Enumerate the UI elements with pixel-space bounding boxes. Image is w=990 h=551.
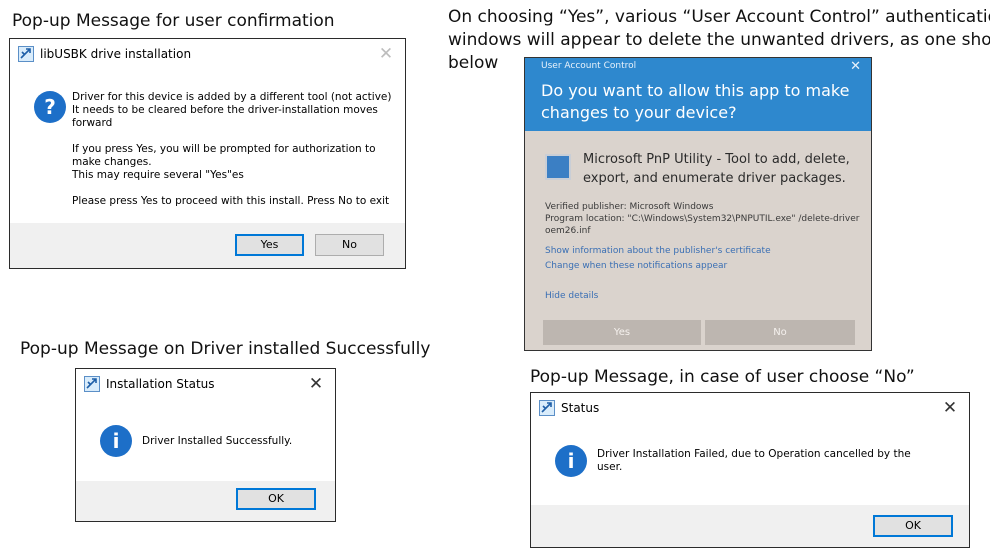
- yes-button[interactable]: Yes: [235, 234, 304, 256]
- dialog-titlebar: Installation Status: [76, 369, 335, 399]
- app-tile-icon: [545, 154, 571, 180]
- dialog-title: libUSBK drive installation: [40, 47, 192, 61]
- certificate-link[interactable]: Show information about the publisher's c…: [545, 246, 771, 256]
- notifications-link[interactable]: Change when these notifications appear: [545, 261, 727, 271]
- usb-app-icon: [18, 46, 34, 62]
- uac-dialog: User Account Control ✕ Do you want to al…: [524, 57, 872, 351]
- message-line: Driver Installation Failed, due to Opera…: [597, 448, 911, 460]
- message-line: Driver for this device is added by a dif…: [72, 91, 392, 103]
- dialog-message: Driver for this device is added by a dif…: [72, 91, 402, 208]
- info-icon: i: [100, 425, 132, 457]
- dialog-footer: OK: [76, 481, 335, 521]
- dialog-footer: OK: [531, 505, 969, 547]
- dialog-message: Driver Installation Failed, due to Opera…: [597, 448, 957, 474]
- dialog-titlebar: Status: [531, 393, 969, 423]
- message-line: make changes.: [72, 156, 152, 168]
- message-line: If you press Yes, you will be prompted f…: [72, 143, 376, 155]
- info-icon: i: [555, 445, 587, 477]
- status-failed-dialog: Status ✕ i Driver Installation Failed, d…: [530, 392, 970, 548]
- no-button[interactable]: No: [315, 234, 384, 256]
- uac-title: User Account Control: [541, 61, 637, 71]
- message-line: forward: [72, 117, 113, 129]
- close-icon[interactable]: ✕: [305, 373, 327, 395]
- dialog-message: Driver Installed Successfully.: [142, 435, 293, 447]
- hide-details-link[interactable]: Hide details: [545, 291, 598, 301]
- ok-button[interactable]: OK: [873, 515, 953, 537]
- question-icon: ?: [34, 91, 66, 123]
- uac-no-button[interactable]: No: [705, 320, 855, 345]
- close-icon[interactable]: ✕: [375, 43, 397, 65]
- install-confirmation-dialog: libUSBK drive installation ✕ ? Driver fo…: [9, 38, 406, 269]
- dialog-footer: Yes No: [10, 223, 405, 268]
- caption-uac-line1: On choosing “Yes”, various “User Account…: [448, 7, 990, 27]
- dialog-title: Status: [561, 401, 600, 415]
- caption-success: Pop-up Message on Driver installed Succe…: [20, 339, 431, 359]
- uac-question: Do you want to allow this app to make ch…: [541, 81, 850, 122]
- caption-confirmation: Pop-up Message for user confirmation: [12, 11, 335, 31]
- dialog-titlebar: libUSBK drive installation: [10, 39, 405, 69]
- close-icon[interactable]: ✕: [939, 397, 961, 419]
- ok-button[interactable]: OK: [236, 488, 316, 510]
- usb-app-icon: [84, 376, 100, 392]
- installation-status-dialog: Installation Status ✕ i Driver Installed…: [75, 368, 336, 522]
- message-line: This may require several "Yes"es: [72, 169, 244, 181]
- caption-uac-line2: windows will appear to delete the unwant…: [448, 30, 990, 50]
- caption-no: Pop-up Message, in case of user choose “…: [530, 367, 915, 387]
- caption-uac-line3: below: [448, 53, 499, 73]
- uac-yes-button[interactable]: Yes: [543, 320, 701, 345]
- message-line: user.: [597, 461, 623, 473]
- usb-app-icon: [539, 400, 555, 416]
- message-line: Please press Yes to proceed with this in…: [72, 195, 390, 207]
- uac-app-name: Microsoft PnP Utility - Tool to add, del…: [583, 152, 850, 186]
- message-line: It needs to be cleared before the driver…: [72, 104, 378, 116]
- uac-location: Program location: "C:\Windows\System32\P…: [545, 214, 860, 236]
- uac-publisher: Verified publisher: Microsoft Windows: [545, 202, 714, 212]
- dialog-title: Installation Status: [106, 377, 215, 391]
- close-icon[interactable]: ✕: [850, 59, 861, 74]
- uac-details: Verified publisher: Microsoft Windows Pr…: [545, 201, 865, 237]
- message-spacer: [72, 130, 402, 143]
- message-spacer: [72, 182, 402, 195]
- uac-header: User Account Control ✕ Do you want to al…: [525, 58, 871, 131]
